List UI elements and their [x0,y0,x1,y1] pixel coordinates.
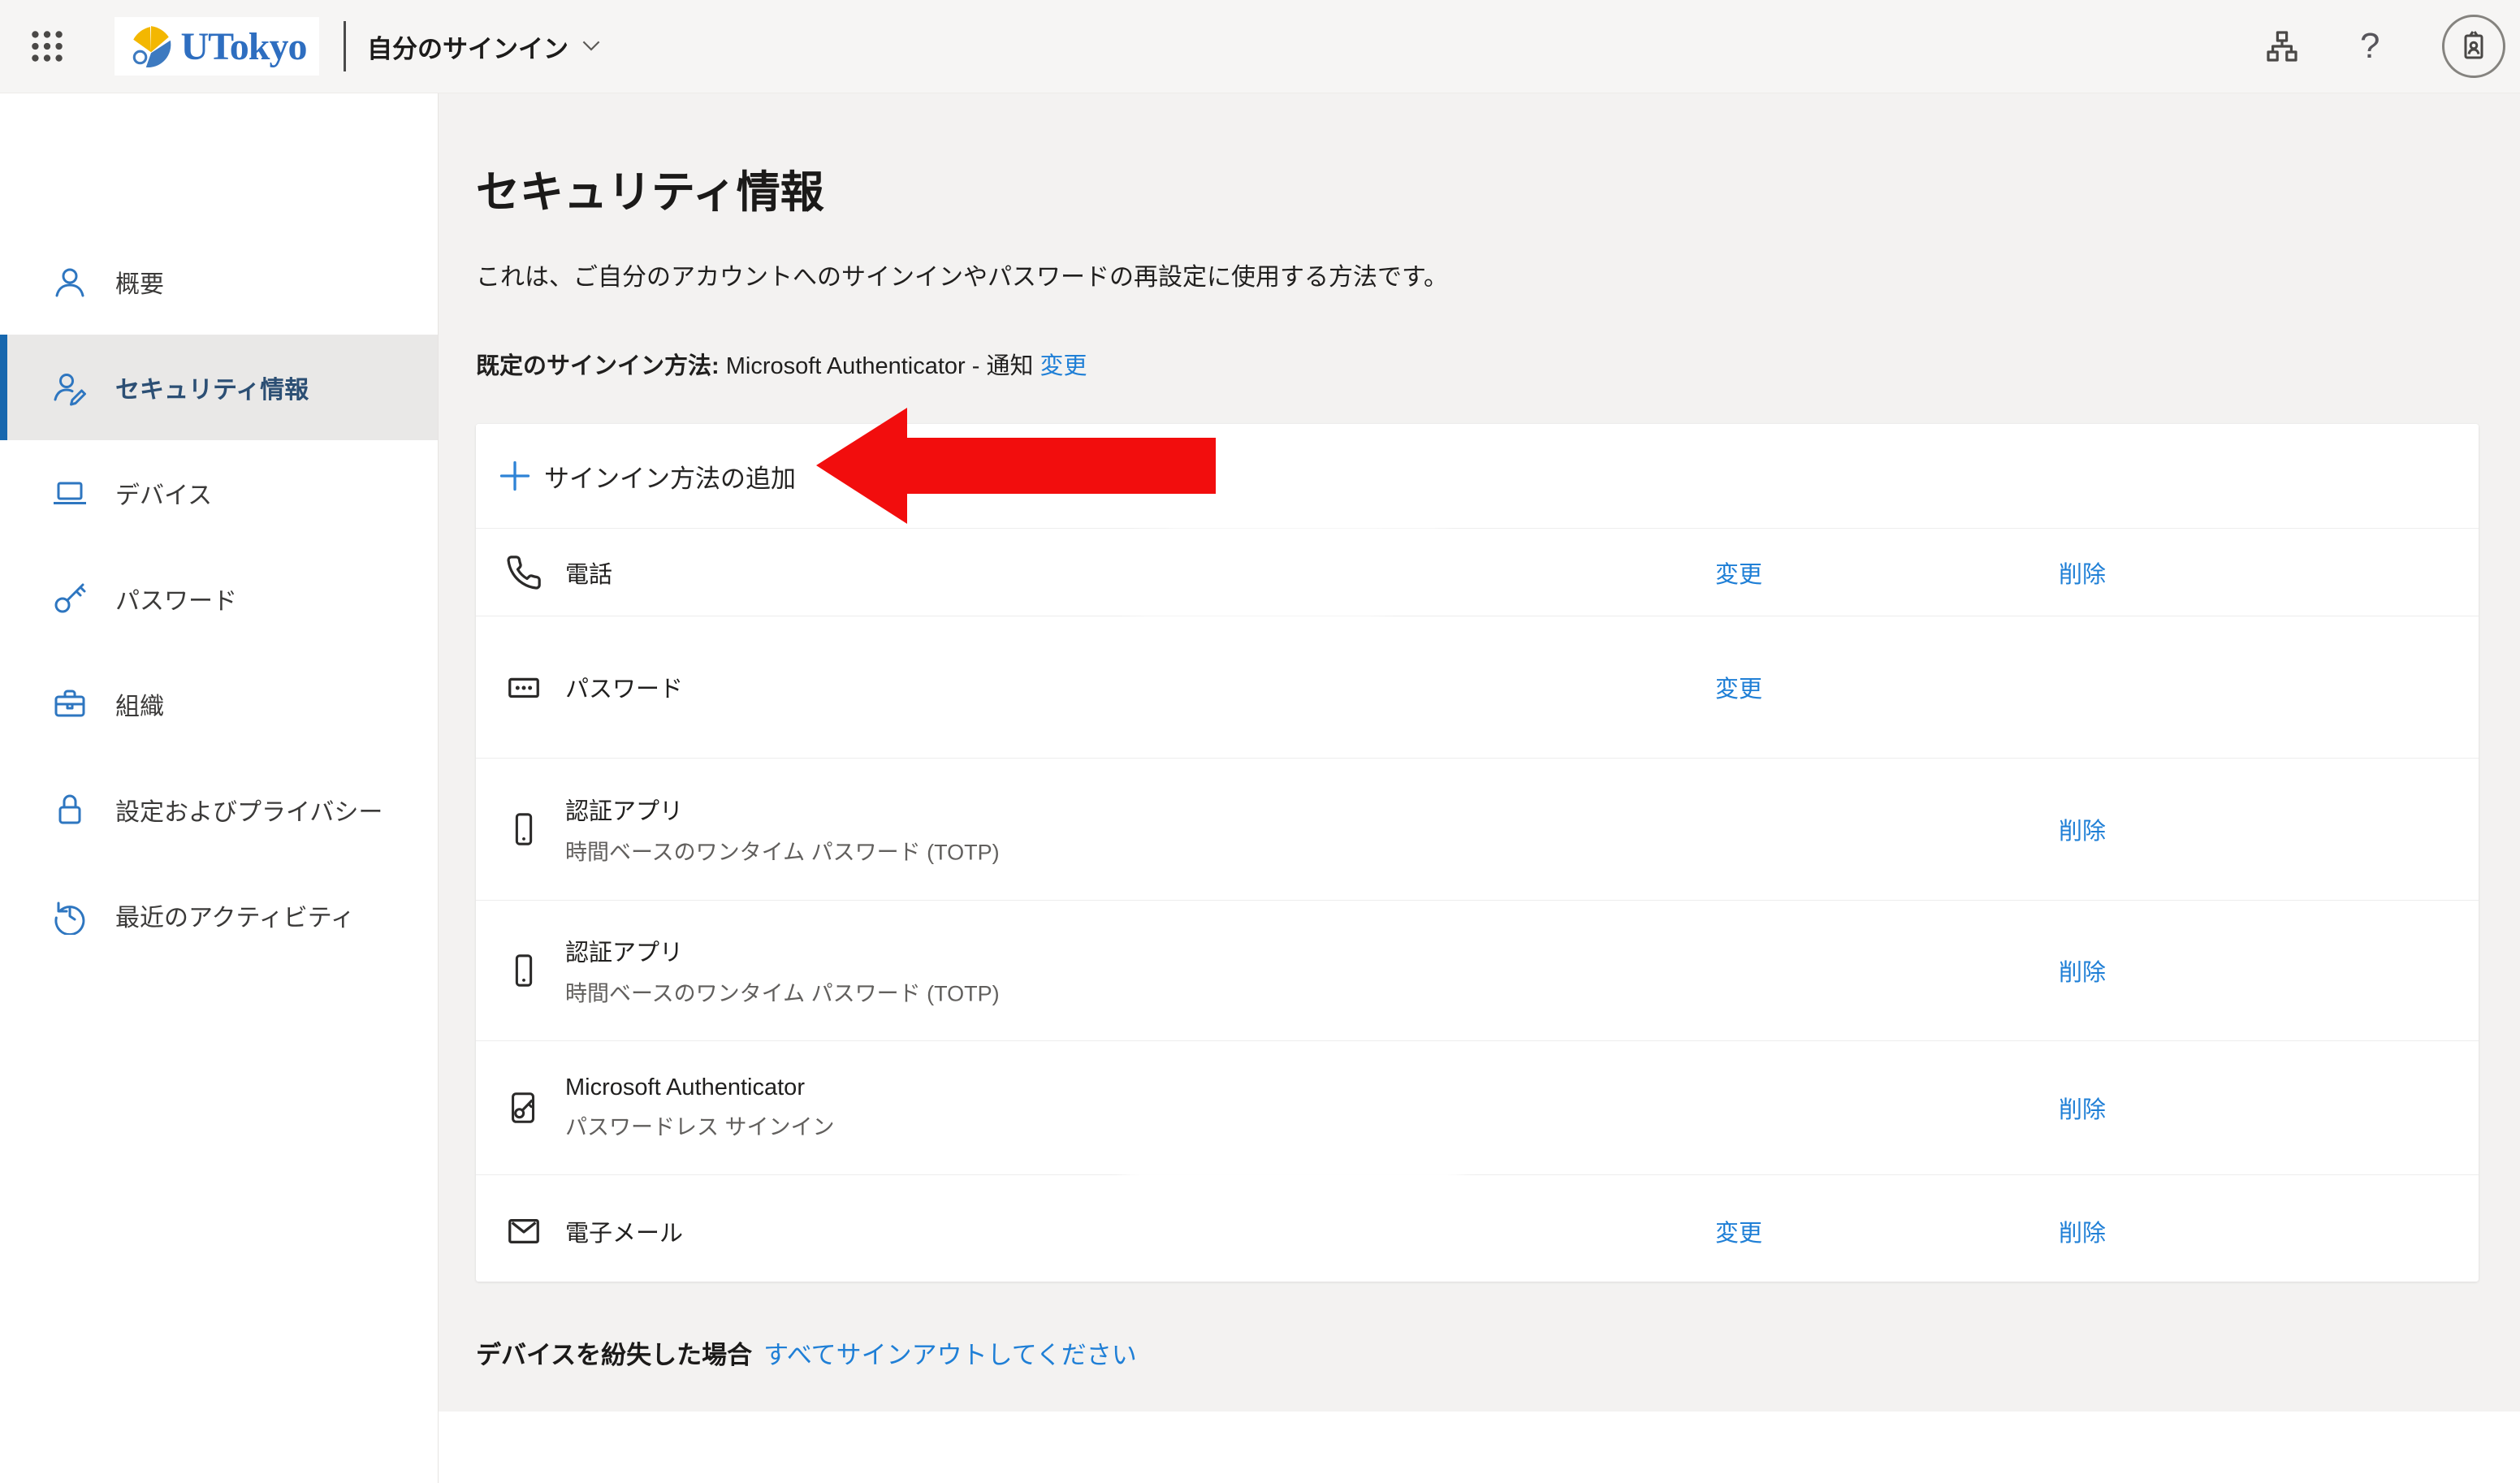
method-text: 認証アプリ時間ベースのワンタイム パスワード (TOTP) [565,934,1000,1008]
method-row: パスワード 変更 [476,616,2479,758]
sidebar-item-label: 概要 [115,264,164,300]
help-icon[interactable]: ? [2360,26,2380,67]
page-description: これは、ご自分のアカウントへのサインインやパスワードの再設定に使用する方法です。 [476,257,1448,292]
sidebar-item-history[interactable]: 最近のアクティビティ [0,863,438,968]
method-text: 電子メール [565,1214,683,1248]
redaction-blur [1125,1059,1247,1147]
redaction-blur [1125,1152,1462,1264]
default-signin-label: 既定のサインイン方法: [476,353,720,379]
method-text: パスワード [565,670,683,704]
method-text: 電話 [565,556,612,590]
person-icon [50,262,89,301]
delete-link[interactable]: 削除 [2059,812,2106,846]
redaction-blur [1161,456,1454,526]
add-signin-method-label: サインイン方法の追加 [544,458,796,495]
id-badge-icon [2454,27,2493,66]
sidebar-item-label: 最近のアクティビティ [115,897,355,933]
method-name: 電子メール [565,1214,683,1248]
signin-methods-table: サインイン方法の追加 電話変更削除パスワード変更認証アプリ時間ベースのワンタイム… [476,424,2479,1282]
utokyo-logo[interactable]: UTokyo [115,17,319,76]
sidebar-item-label: デバイス [115,475,212,511]
briefcase-icon [50,685,89,724]
method-text: 認証アプリ時間ベースのワンタイム パスワード (TOTP) [565,793,1000,867]
logo-wordmark: UTokyo [181,24,307,69]
organization-icon[interactable] [2263,27,2302,66]
sidebar-nav: 概要セキュリティ情報デバイスパスワード組織設定およびプライバシー最近のアクティビ… [0,93,439,1483]
redaction-blur [1126,534,1390,614]
default-change-link[interactable]: 変更 [1040,353,1087,379]
method-name: Microsoft Authenticator [565,1074,835,1101]
default-signin-value: Microsoft Authenticator - 通知 [726,353,1034,379]
method-subtitle: パスワードレス サインイン [565,1109,835,1141]
delete-link[interactable]: 削除 [2059,1214,2106,1248]
phone-icon [505,554,542,591]
method-name: 電話 [565,556,612,590]
avatar[interactable] [2442,15,2505,78]
sidebar-item-person-edit[interactable]: セキュリティ情報 [0,335,438,440]
redaction-blur [1104,637,1340,733]
smartphone-icon [505,952,542,989]
plus-icon [497,458,533,494]
page-title: セキュリティ情報 [476,156,824,220]
method-row: 電子メール 変更 削除 [476,1174,2479,1282]
method-row: 認証アプリ時間ベースのワンタイム パスワード (TOTP) 削除 [476,900,2479,1040]
sidebar-item-laptop[interactable]: デバイス [0,440,438,546]
topbar-divider [344,21,346,71]
method-row: Microsoft Authenticator パスワードレス サインイン 削除 [476,1040,2479,1174]
change-link[interactable]: 変更 [1715,1214,1762,1248]
default-signin-line: 既定のサインイン方法: Microsoft Authenticator - 通知… [476,347,1087,381]
sidebar-item-label: セキュリティ情報 [115,370,309,405]
sidebar-item-person[interactable]: 概要 [0,229,438,335]
page-bottom-strip [439,1412,2520,1483]
app-launcher-icon[interactable] [27,26,67,67]
method-row: 認証アプリ時間ベースのワンタイム パスワード (TOTP) 削除 [476,758,2479,900]
method-subtitle: 時間ベースのワンタイム パスワード (TOTP) [565,976,1000,1008]
lost-device-label: デバイスを紛失した場合 [476,1341,752,1369]
email-icon [505,1213,542,1250]
password-icon [505,668,542,706]
lost-device-line: デバイスを紛失した場合すべてサインアウトしてください [476,1334,1137,1371]
person-edit-icon [50,368,89,407]
change-link[interactable]: 変更 [1715,556,1762,590]
sidebar-item-label: 設定およびプライバシー [115,792,383,828]
delete-link[interactable]: 削除 [2059,1091,2106,1125]
method-text: Microsoft Authenticator パスワードレス サインイン [565,1074,835,1141]
sidebar-item-lock[interactable]: 設定およびプライバシー [0,757,438,863]
sidebar-item-label: パスワード [115,581,237,616]
lock-icon [50,790,89,829]
authenticator-icon [505,1089,542,1126]
delete-link[interactable]: 削除 [2059,953,2106,988]
delete-link[interactable]: 削除 [2059,556,2106,590]
laptop-icon [50,473,89,512]
method-name: パスワード [565,670,683,704]
ginkgo-leaf-icon [128,23,175,70]
add-signin-method-button[interactable]: サインイン方法の追加 [476,424,2479,528]
sidebar-item-key[interactable]: パスワード [0,546,438,651]
key-icon [50,579,89,618]
top-app-bar: UTokyo 自分のサインイン ? [0,0,2520,93]
sidebar-item-briefcase[interactable]: 組織 [0,651,438,757]
app-title[interactable]: 自分のサインイン [367,28,568,65]
sidebar-item-label: 組織 [115,686,164,722]
chevron-down-icon[interactable] [581,40,601,53]
change-link[interactable]: 変更 [1715,670,1762,704]
method-name: 認証アプリ [565,934,1000,968]
method-row: 電話 変更 削除 [476,528,2479,616]
method-name: 認証アプリ [565,793,1000,827]
history-icon [50,896,89,935]
main-content: セキュリティ情報 これは、ご自分のアカウントへのサインインやパスワードの再設定に… [439,93,2520,1483]
smartphone-icon [505,811,542,848]
method-subtitle: 時間ベースのワンタイム パスワード (TOTP) [565,835,1000,867]
sign-out-all-link[interactable]: すべてサインアウトしてください [763,1341,1137,1369]
